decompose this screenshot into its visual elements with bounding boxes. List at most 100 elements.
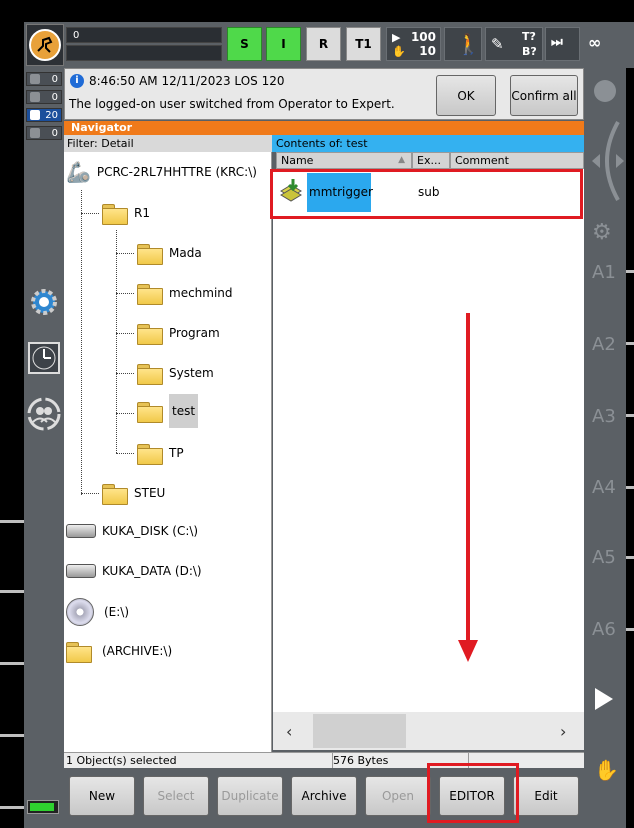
hard-drive-icon	[66, 564, 96, 578]
error-count: 0	[51, 73, 58, 85]
dialog-counter[interactable]: 0	[26, 126, 62, 140]
override-status[interactable]: ▶ ✋ 100 10	[386, 27, 441, 61]
scroll-right-icon[interactable]: ›	[560, 722, 566, 741]
tree-item-system[interactable]: System	[137, 362, 214, 385]
left-sidebar	[24, 68, 64, 828]
globe-icon[interactable]	[594, 80, 616, 102]
tree-item-test[interactable]: test	[137, 394, 199, 428]
tree-item-kuka-disk[interactable]: KUKA_DISK (C:\)	[66, 524, 198, 538]
tree-line	[116, 230, 117, 453]
frame-tick	[0, 806, 24, 809]
column-header-ext[interactable]: Ex...	[412, 152, 450, 169]
tree-item-r1[interactable]: R1	[102, 202, 150, 225]
select-button[interactable]: Select	[143, 776, 209, 816]
tree-item-mada[interactable]: Mada	[137, 242, 202, 265]
program-field-secondary[interactable]	[66, 45, 222, 61]
folder-icon	[137, 442, 163, 465]
increment-value: ∞	[588, 33, 602, 52]
axis-a5[interactable]: A5	[592, 547, 616, 568]
hand-icon[interactable]: ✋	[594, 758, 619, 782]
tree-item-tp[interactable]: TP	[137, 442, 184, 465]
tree-line	[116, 333, 134, 334]
battery-icon	[27, 800, 59, 814]
hard-drive-icon	[66, 524, 96, 538]
axis-a3[interactable]: A3	[592, 406, 616, 427]
open-folder-icon	[137, 400, 163, 423]
frame-tick	[626, 414, 634, 417]
scrollbar-thumb[interactable]	[313, 714, 406, 748]
tree-item-label: System	[169, 366, 214, 380]
warning-count: 0	[51, 91, 58, 103]
selection-count: 1 Object(s) selected	[66, 754, 177, 767]
gear-icon[interactable]	[26, 284, 62, 320]
info-counter[interactable]: 20	[26, 108, 62, 122]
tool-icon: ✎	[491, 35, 504, 53]
file-list	[273, 169, 584, 712]
folder-icon	[137, 322, 163, 345]
submit-interpreter-status[interactable]: S	[227, 27, 262, 61]
tree-line	[116, 253, 134, 254]
jog-mode-status[interactable]: ⏭	[545, 27, 580, 61]
tree-item-root[interactable]: 🦾 PCRC-2RL7HHTTRE (KRC:\)	[66, 160, 257, 184]
tree-item-e-drive[interactable]: (E:\)	[66, 598, 129, 626]
folder-icon	[102, 482, 128, 505]
confirm-all-button[interactable]: Confirm all	[510, 75, 578, 116]
folder-icon	[137, 282, 163, 305]
edit-button[interactable]: Edit	[513, 776, 579, 816]
frame-tick	[0, 662, 24, 665]
clock-icon[interactable]	[26, 340, 62, 376]
folder-icon	[102, 202, 128, 225]
jog-wheel-icon[interactable]	[588, 120, 626, 202]
left-frame	[0, 0, 24, 828]
navigator-title: Navigator	[64, 121, 584, 135]
user-group-icon[interactable]	[26, 396, 62, 432]
frame-tick	[0, 520, 24, 523]
error-counter[interactable]: 0	[26, 72, 62, 86]
jog-robot-icon[interactable]: ⚙	[592, 220, 612, 245]
run-mode-status[interactable]: 🚶	[444, 27, 482, 61]
walking-person-icon: 🚶	[456, 32, 481, 56]
tree-item-label: (ARCHIVE:\)	[102, 644, 173, 658]
kuka-smartpad-screen: 0 S I R T1 ▶ ✋ 100 10 🚶 ✎ T? B? ⏭ ∞ 0 0 …	[0, 0, 634, 828]
axis-a4[interactable]: A4	[592, 477, 616, 498]
increment-status[interactable]: ∞	[582, 27, 612, 61]
ok-button[interactable]: OK	[436, 75, 496, 116]
frame-tick	[626, 486, 634, 489]
archive-button[interactable]: Archive	[291, 776, 357, 816]
tree-item-mechmind[interactable]: mechmind	[137, 282, 233, 305]
warning-counter[interactable]: 0	[26, 90, 62, 104]
tree-item-label: mechmind	[169, 286, 233, 300]
message-text: The logged-on user switched from Operato…	[69, 97, 395, 111]
tree-item-label: PCRC-2RL7HHTTRE (KRC:\)	[96, 165, 257, 179]
program-field[interactable]: 0	[66, 27, 222, 43]
tool-base-status[interactable]: ✎ T? B?	[485, 27, 543, 61]
robot-menu-button[interactable]	[26, 24, 64, 66]
tree-item-program[interactable]: Program	[137, 322, 220, 345]
file-size: 576 Bytes	[333, 754, 389, 767]
open-button[interactable]: Open	[365, 776, 431, 816]
filter-label[interactable]: Filter: Detail	[64, 135, 272, 152]
tree-line	[116, 373, 134, 374]
axis-a6[interactable]: A6	[592, 619, 616, 640]
duplicate-button[interactable]: Duplicate	[217, 776, 283, 816]
folder-icon	[137, 362, 163, 385]
robot-interpreter-status[interactable]: R	[306, 27, 341, 61]
archive-folder-icon	[66, 640, 92, 663]
tree-item-steu[interactable]: STEU	[102, 482, 166, 505]
axis-a2[interactable]: A2	[592, 334, 616, 355]
new-button[interactable]: New	[69, 776, 135, 816]
tree-item-kuka-data[interactable]: KUKA_DATA (D:\)	[66, 564, 202, 578]
column-header-comment[interactable]: Comment	[450, 152, 584, 169]
start-icon[interactable]	[595, 688, 613, 710]
tree-item-archive[interactable]: (ARCHIVE:\)	[66, 640, 173, 663]
drives-status[interactable]: I	[266, 27, 301, 61]
scroll-left-icon[interactable]: ‹	[286, 722, 292, 741]
info-icon-small	[30, 110, 40, 120]
tree-line	[81, 213, 99, 214]
column-header-name[interactable]: Name ▲	[276, 152, 412, 169]
tool-label: T?	[522, 30, 536, 43]
operating-mode-status[interactable]: T1	[346, 27, 381, 61]
tree-item-label: Program	[169, 326, 220, 340]
axis-a1[interactable]: A1	[592, 262, 616, 283]
tree-item-label: STEU	[134, 486, 166, 500]
